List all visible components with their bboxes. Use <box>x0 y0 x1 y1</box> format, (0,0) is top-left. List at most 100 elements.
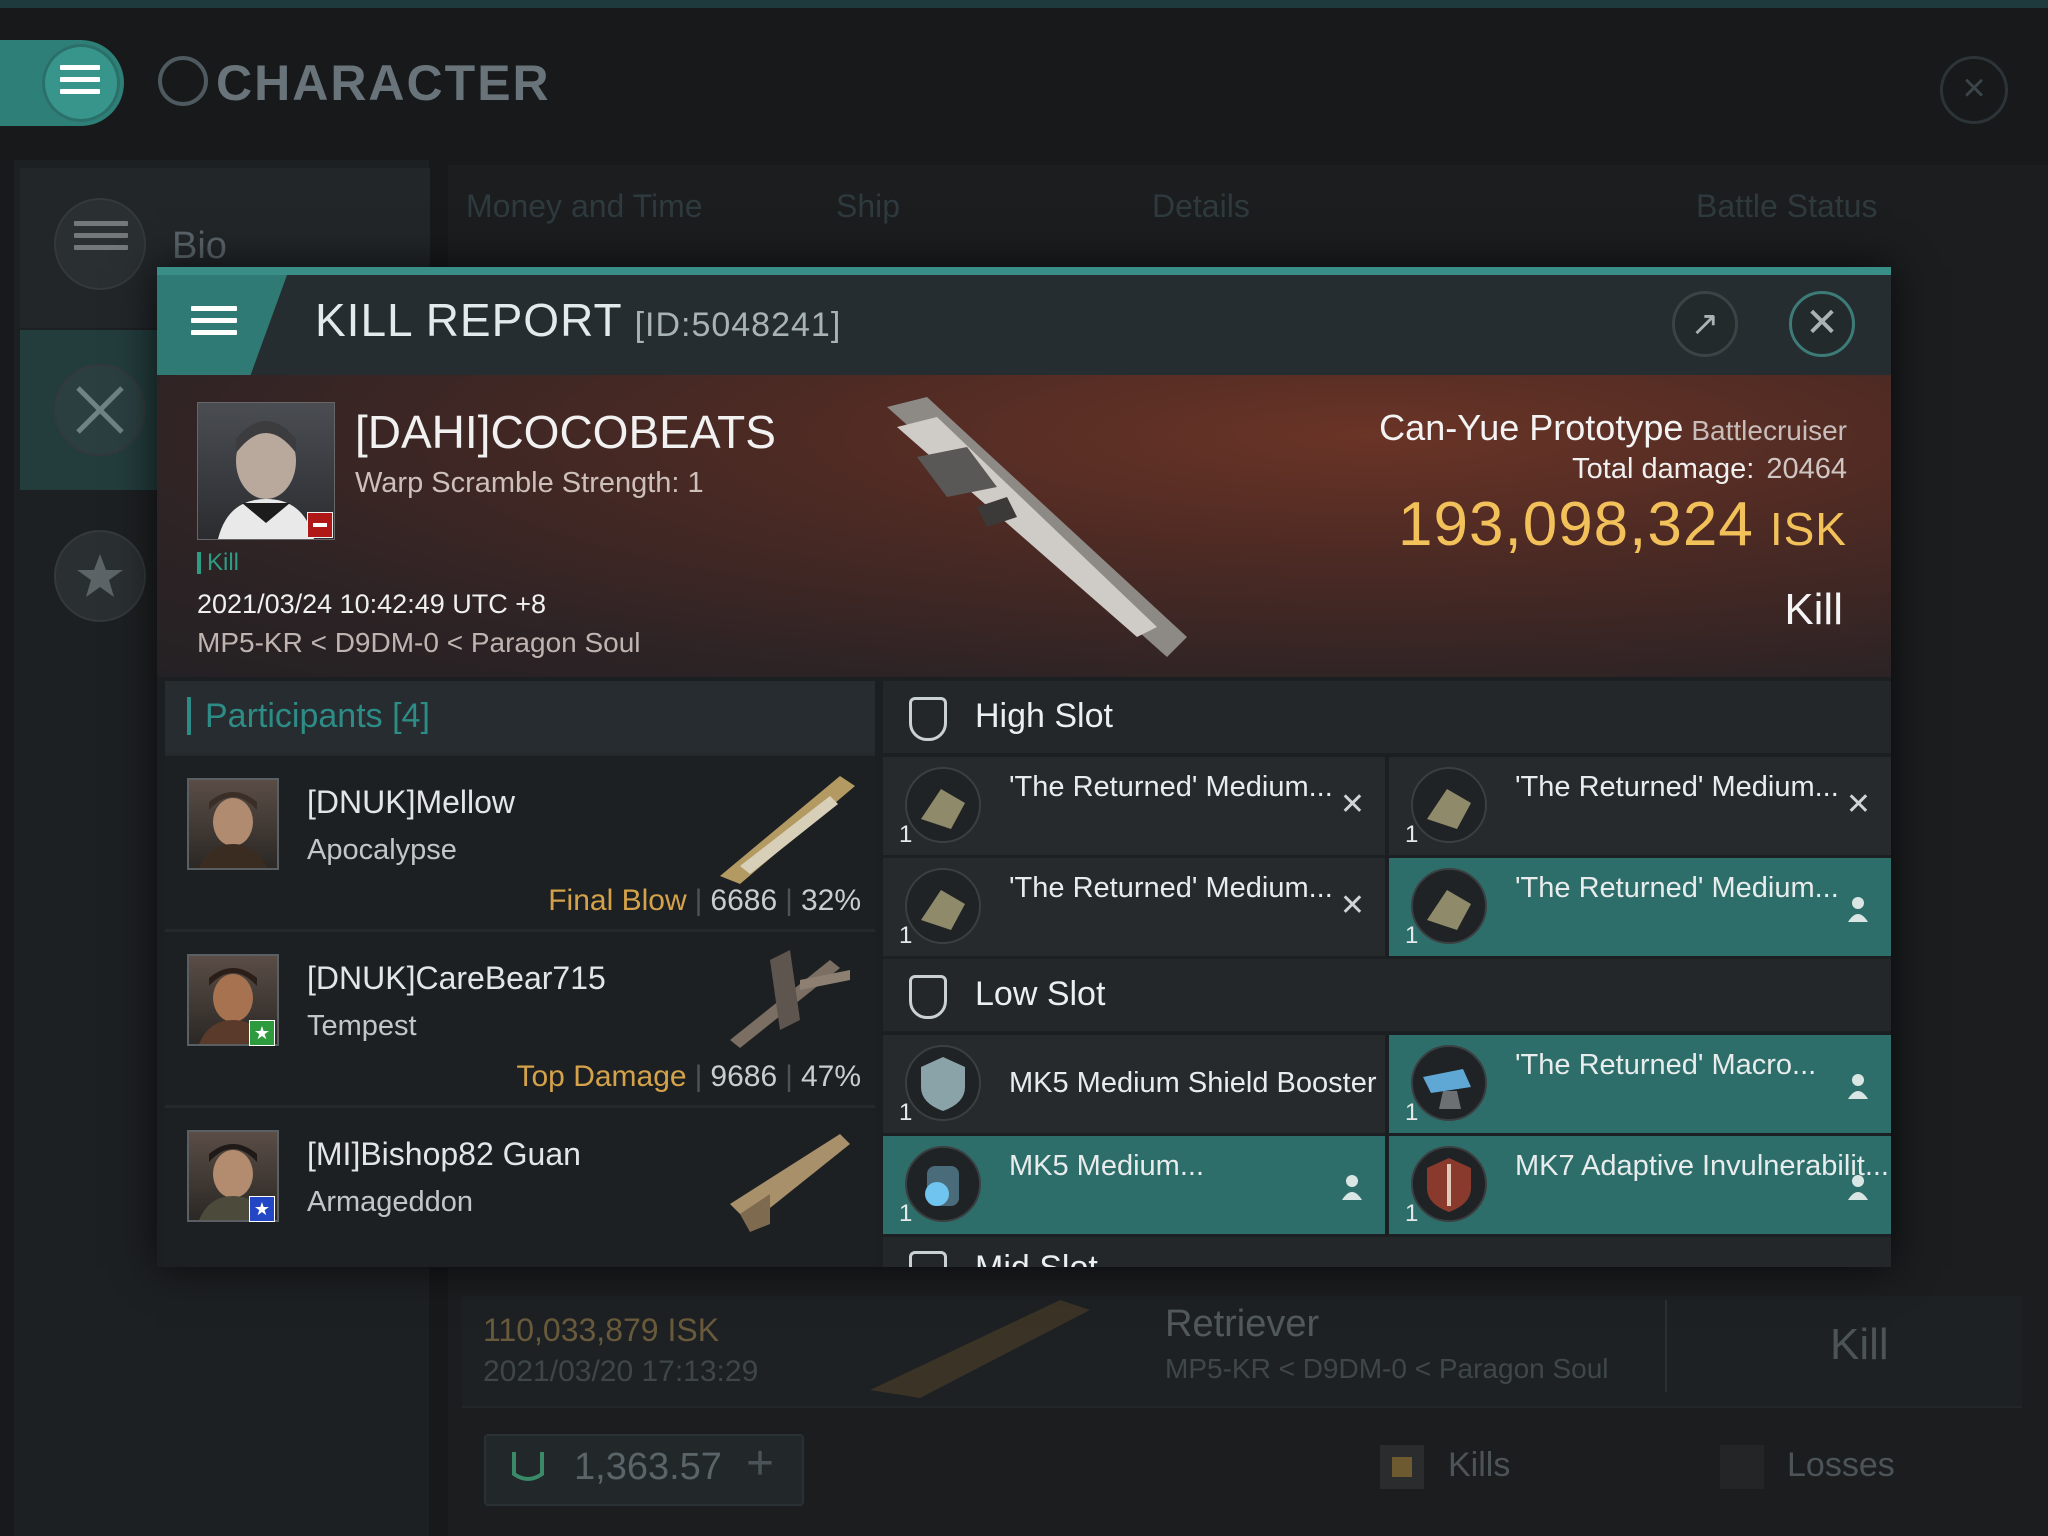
module-name: 'The Returned' Medium... <box>1515 872 1839 904</box>
projectile-turret-icon <box>1411 767 1487 843</box>
participant-avatar[interactable] <box>187 778 279 870</box>
page-title: CHARACTER <box>216 55 551 111</box>
energy-turret-icon <box>1411 1045 1487 1121</box>
victim-info: Warp Scramble Strength: 1 <box>355 467 704 499</box>
ship-name-text: Can-Yue Prototype <box>1379 407 1684 448</box>
participant-name: [DNUK]CareBear715 <box>307 960 606 996</box>
participant-damage: 9686 <box>710 1060 778 1093</box>
close-icon[interactable]: ✕ <box>1789 291 1855 357</box>
module-quantity: 1 <box>899 922 913 949</box>
module-item[interactable]: 1 MK5 Medium Shield Booster <box>883 1035 1385 1136</box>
module-item[interactable]: 1 MK7 Adaptive Invulnerabilit... <box>1389 1136 1891 1237</box>
bio-menu-icon <box>54 198 146 290</box>
modal-top-accent <box>157 267 1891 275</box>
participant-damage: 6686 <box>710 884 778 917</box>
dropped-person-icon <box>1847 1174 1869 1200</box>
participant-row[interactable]: ★ [DNUK]CareBear715 Tempest Top Damage | 9… <box>165 929 875 1108</box>
final-blow-tag: Final Blow <box>548 884 687 917</box>
victim-ship-image <box>857 387 1277 667</box>
module-quantity: 1 <box>899 1099 913 1126</box>
victim-ship-name[interactable]: Can-Yue Prototype Battlecruiser <box>1379 407 1847 449</box>
add-funds-button[interactable]: + <box>746 1436 774 1491</box>
module-item[interactable]: 1 'The Returned' Medium... ✕ <box>1389 757 1891 858</box>
high-slot-label: High Slot <box>975 697 1113 735</box>
module-quantity: 1 <box>899 1200 913 1227</box>
invulnerability-field-icon <box>1411 1146 1487 1222</box>
kill-location: MP5-KR < D9DM-0 < Paragon Soul <box>197 627 641 658</box>
kill-result: Kill <box>1784 585 1843 634</box>
kills-filter-label: Kills <box>1448 1446 1511 1484</box>
participant-stats: Top Damage | 9686 | 47% <box>516 1060 862 1093</box>
tab-details[interactable]: Details <box>1152 188 1250 225</box>
module-item[interactable]: 1 'The Returned' Macro... <box>1389 1035 1891 1136</box>
module-name: 'The Returned' Medium... <box>1009 771 1333 803</box>
shield-booster-icon <box>905 1045 981 1121</box>
share-icon[interactable]: ↗ <box>1672 291 1738 357</box>
module-name: MK7 Adaptive Invulnerabilit... <box>1515 1150 1889 1182</box>
low-slot-icon <box>909 975 947 1019</box>
participant-row[interactable]: [DNUK]Mellow Apocalypse Final Blow | 6686 |… <box>165 753 875 932</box>
participant-percent: 32% <box>800 884 861 917</box>
participant-name: [MI]Bishop82 Guan <box>307 1136 581 1172</box>
total-damage-value: 20464 <box>1766 453 1847 485</box>
module-name: 'The Returned' Medium... <box>1515 771 1839 803</box>
module-name: MK5 Medium Shield Booster <box>1009 1067 1377 1099</box>
module-quantity: 1 <box>1405 1099 1419 1126</box>
destroyed-icon: ✕ <box>1339 788 1365 821</box>
row-isk-value: 110,033,879 ISK <box>483 1312 720 1348</box>
module-item[interactable]: 1 'The Returned' Medium... ✕ <box>883 858 1385 959</box>
module-item[interactable]: 1 MK5 Medium... <box>883 1136 1385 1237</box>
star-icon[interactable] <box>54 530 146 622</box>
tab-battle-status[interactable]: Battle Status <box>1696 188 1877 225</box>
tab-money-and-time[interactable]: Money and Time <box>466 188 703 225</box>
participant-ship-image <box>710 940 860 1060</box>
kill-datetime: 2021/03/24 10:42:49 UTC +8 <box>197 589 547 619</box>
sidebar-item-label: Bio <box>172 225 227 267</box>
isk-icon <box>508 1446 548 1486</box>
destroyed-icon: ✕ <box>1845 788 1871 821</box>
module-item[interactable]: 1 'The Returned' Medium... ✕ <box>883 757 1385 858</box>
tab-ship[interactable]: Ship <box>836 188 900 225</box>
report-id: [ID:5048241] <box>634 306 842 344</box>
kills-checkbox[interactable] <box>1380 1445 1424 1489</box>
row-location: MP5-KR < D9DM-0 < Paragon Soul <box>1165 1353 1609 1384</box>
module-name: 'The Returned' Macro... <box>1515 1049 1817 1081</box>
fleet-star-icon: ★ <box>249 1196 275 1222</box>
friendly-star-icon: ★ <box>249 1020 275 1046</box>
projectile-turret-icon <box>1411 868 1487 944</box>
dropped-person-icon <box>1847 896 1869 922</box>
top-damage-tag: Top Damage <box>516 1060 687 1093</box>
menu-icon[interactable] <box>42 44 120 122</box>
participant-ship-image <box>710 1114 860 1234</box>
mid-slot-icon <box>909 1251 947 1267</box>
participant-name: [DNUK]Mellow <box>307 784 516 820</box>
participant-stats: Final Blow | 6686 | 32% <box>548 884 861 917</box>
close-icon[interactable]: × <box>1940 56 2008 124</box>
projectile-turret-icon <box>905 767 981 843</box>
participant-row[interactable]: ★ [MI]Bishop82 Guan Armageddon <box>165 1105 875 1267</box>
module-name: 'The Returned' Medium... <box>1009 872 1333 904</box>
modal-title: KILL REPORT [ID:5048241] <box>315 293 841 347</box>
losses-checkbox[interactable] <box>1720 1445 1764 1489</box>
modal-title-text: KILL REPORT <box>315 294 623 346</box>
participant-ship: Apocalypse <box>307 834 457 866</box>
total-damage-label: Total damage: <box>1572 453 1755 485</box>
participants-label: Participants [4] <box>187 697 430 735</box>
module-quantity: 1 <box>1405 1200 1419 1227</box>
projectile-turret-icon <box>905 868 981 944</box>
losses-filter-label: Losses <box>1787 1446 1895 1484</box>
module-name: MK5 Medium... <box>1009 1150 1204 1182</box>
top-strip <box>0 0 2048 8</box>
isk-value: 193,098,324 ISK <box>1398 489 1847 560</box>
kill-tag: Kill <box>197 551 239 575</box>
high-slot-icon <box>909 697 947 741</box>
low-slot-label: Low Slot <box>975 975 1106 1013</box>
row-date: 2021/03/20 17:13:29 <box>483 1355 759 1388</box>
dropped-person-icon <box>1847 1073 1869 1099</box>
module-item[interactable]: 1 'The Returned' Medium... <box>1389 858 1891 959</box>
module-quantity: 1 <box>1405 821 1419 848</box>
module-quantity: 1 <box>1405 922 1419 949</box>
victim-name[interactable]: [DAHI]COCOBEATS <box>355 405 776 459</box>
isk-amount: 193,098,324 <box>1398 490 1754 559</box>
row-ship-name: Retriever <box>1165 1303 1320 1345</box>
